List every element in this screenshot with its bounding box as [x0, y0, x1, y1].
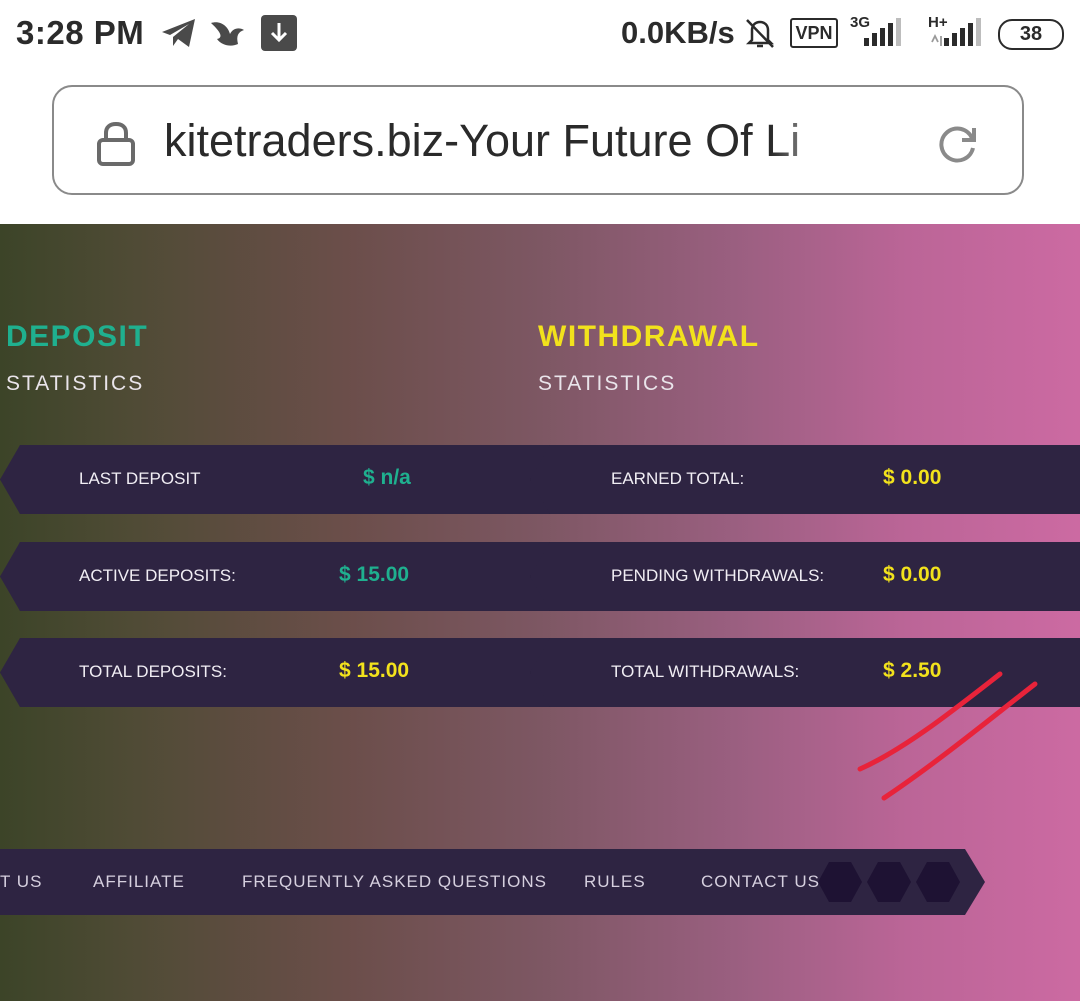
address-bar[interactable]: kitetraders.biz-Your Future Of Li: [52, 85, 1024, 195]
nav-item-rules[interactable]: RULES: [584, 872, 646, 892]
hexagon-icon[interactable]: [818, 862, 862, 902]
signal-icon: [930, 16, 982, 53]
signal-icon: [860, 16, 904, 53]
status-time: 3:28 PM: [16, 14, 145, 51]
bird-app-icon: [208, 14, 248, 57]
hexagon-icon[interactable]: [916, 862, 960, 902]
vpn-indicator: VPN: [790, 18, 838, 48]
nav-item-affiliate[interactable]: AFFILIATE: [93, 872, 185, 892]
nav-item-contact[interactable]: CONTACT US: [701, 872, 820, 892]
download-icon: [261, 15, 297, 56]
bell-muted-icon: [743, 16, 777, 55]
url-text[interactable]: kitetraders.biz-Your Future Of Li: [164, 115, 854, 171]
status-bar: 3:28 PM 0.0KB/s VPN 3G H+ 38: [0, 0, 1080, 70]
hexagon-icon[interactable]: [867, 862, 911, 902]
lock-icon: [96, 121, 136, 172]
network-speed: 0.0KB/s: [621, 15, 735, 50]
reload-icon[interactable]: [934, 120, 980, 171]
battery-indicator: 38: [998, 19, 1064, 50]
statistics-page: DEPOSIT STATISTICS LAST DEPOSIT $ n/a AC…: [0, 224, 1080, 1001]
footer-nav: T US AFFILIATE FREQUENTLY ASKED QUESTION…: [0, 849, 985, 915]
nav-item-about[interactable]: T US: [0, 872, 42, 892]
telegram-icon: [160, 16, 198, 55]
nav-item-faq[interactable]: FREQUENTLY ASKED QUESTIONS: [242, 872, 547, 892]
